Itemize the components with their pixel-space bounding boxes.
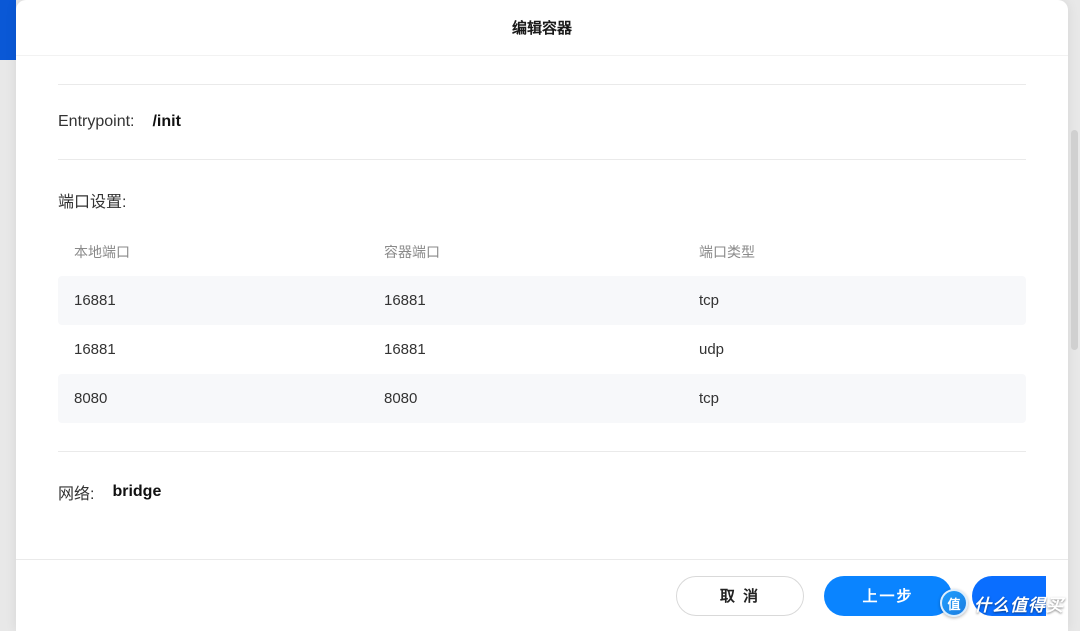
edit-container-modal: 编辑容器 Entrypoint: /init 端口设置: 本地端口 容器端口 端… [16,0,1068,631]
entrypoint-value: /init [152,113,180,131]
modal-body[interactable]: Entrypoint: /init 端口设置: 本地端口 容器端口 端口类型 1… [16,56,1068,559]
cell-port-type: udp [699,341,1010,358]
cell-local-port: 16881 [74,292,384,309]
network-label: 网络: [58,480,94,504]
prev-step-button[interactable]: 上一步 [824,576,952,616]
cell-container-port: 16881 [384,341,699,358]
scrollbar-thumb[interactable] [1071,130,1078,350]
cell-container-port: 8080 [384,390,699,407]
cell-port-type: tcp [699,292,1010,309]
col-port-type: 端口类型 [699,242,1010,262]
col-local-port: 本地端口 [74,242,384,262]
cell-local-port: 8080 [74,390,384,407]
ports-section-title: 端口设置: [58,188,1026,212]
background-accent [0,0,16,60]
modal-title: 编辑容器 [512,17,572,38]
network-row: 网络: bridge [58,451,1026,504]
cell-port-type: tcp [699,390,1010,407]
divider [58,159,1026,160]
entrypoint-label: Entrypoint: [58,113,134,131]
next-step-button-partial[interactable] [972,576,1046,616]
table-row[interactable]: 16881 16881 udp [58,325,1026,374]
ports-table: 本地端口 容器端口 端口类型 16881 16881 tcp 16881 168… [58,228,1026,423]
cell-local-port: 16881 [74,341,384,358]
table-row[interactable]: 16881 16881 tcp [58,276,1026,325]
cancel-button[interactable]: 取 消 [676,576,804,616]
col-container-port: 容器端口 [384,242,699,262]
modal-header: 编辑容器 [16,0,1068,56]
table-row[interactable]: 8080 8080 tcp [58,374,1026,423]
entrypoint-row: Entrypoint: /init [58,85,1026,159]
modal-footer: 取 消 上一步 [16,559,1068,631]
network-value: bridge [112,483,161,501]
cell-container-port: 16881 [384,292,699,309]
ports-table-header: 本地端口 容器端口 端口类型 [58,228,1026,276]
